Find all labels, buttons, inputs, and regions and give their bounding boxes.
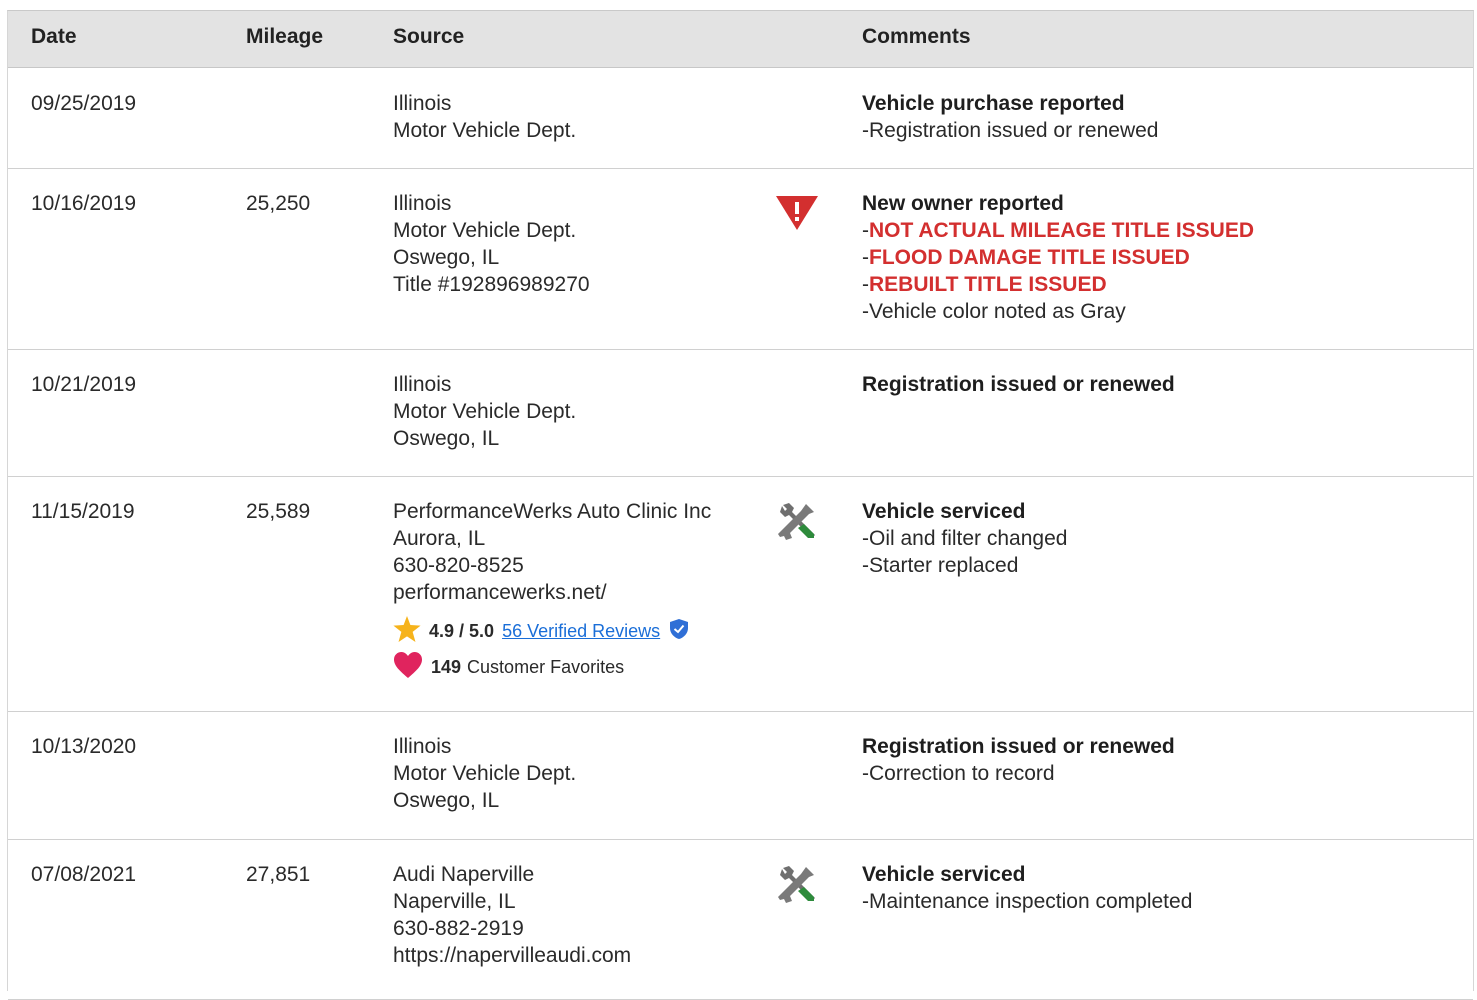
comment-dash: -	[862, 300, 869, 323]
comment-dash: -	[862, 762, 869, 785]
row-comments: Vehicle purchase reported -Registration i…	[862, 90, 1159, 144]
comment-alert-text: REBUILT TITLE ISSUED	[869, 273, 1107, 296]
comment-item: -Maintenance inspection completed	[862, 888, 1192, 915]
row-date: 07/08/2021	[31, 863, 137, 886]
row-comments: Vehicle serviced -Maintenance inspection …	[862, 861, 1192, 915]
source-line: 630-882-2919	[393, 917, 524, 940]
table-row: 10/16/2019 25,250 Illinois Motor Vehicle De…	[8, 168, 1473, 350]
source-line: 630-820-8525	[393, 554, 524, 577]
comment-text: Vehicle color noted as Gray	[869, 300, 1126, 323]
comment-title: Registration issued or renewed	[862, 373, 1175, 396]
comment-item: -Registration issued or renewed	[862, 117, 1159, 144]
comment-item: -Starter replaced	[862, 552, 1067, 579]
row-date: 10/13/2020	[31, 735, 137, 758]
comment-dash: -	[862, 219, 869, 242]
shop-meta: 4.9 / 5.0 56 Verified Reviews 149 Customer …	[393, 615, 711, 680]
row-comments: Registration issued or renewed	[862, 371, 1175, 398]
row-source: Illinois Motor Vehicle Dept. Oswego, IL	[393, 371, 576, 452]
comment-title: Vehicle serviced	[862, 863, 1026, 886]
source-line: Oswego, IL	[393, 427, 500, 450]
comment-dash: -	[862, 554, 869, 577]
row-comments: Registration issued or renewed -Correctio…	[862, 733, 1175, 787]
row-source: Illinois Motor Vehicle Dept. Oswego, IL Tit…	[393, 190, 590, 298]
source-line: Oswego, IL	[393, 246, 500, 269]
source-line: Illinois	[393, 373, 452, 396]
comment-dash: -	[862, 273, 869, 296]
comment-title: New owner reported	[862, 192, 1064, 215]
comment-text: Oil and filter changed	[869, 527, 1068, 550]
source-line: Aurora, IL	[393, 527, 486, 550]
comment-title: Vehicle purchase reported	[862, 92, 1125, 115]
source-line: Illinois	[393, 92, 452, 115]
warning-icon	[776, 194, 818, 237]
comment-dash: -	[862, 527, 869, 550]
comment-item: -REBUILT TITLE ISSUED	[862, 271, 1254, 298]
header-comments: Comments	[862, 25, 971, 48]
table-row: 10/21/2019 Illinois Motor Vehicle Dept. Osw…	[8, 349, 1473, 477]
favorites-line: 149 Customer Favorites	[393, 651, 711, 680]
source-line: Title #192896989270	[393, 273, 590, 296]
source-line: Oswego, IL	[393, 789, 500, 812]
source-line: Illinois	[393, 735, 452, 758]
comment-item: -NOT ACTUAL MILEAGE TITLE ISSUED	[862, 217, 1254, 244]
row-mileage: 25,589	[246, 500, 311, 523]
source-line: Illinois	[393, 192, 452, 215]
comment-item: -Oil and filter changed	[862, 525, 1067, 552]
comment-text: Correction to record	[869, 762, 1055, 785]
table-row: 07/08/2021 27,851 Audi Naperville Napervill…	[8, 839, 1473, 1000]
comment-title: Registration issued or renewed	[862, 735, 1175, 758]
vehicle-history-table: Date Mileage Source Comments 09/25/2019 I…	[7, 10, 1474, 1000]
comment-item: -FLOOD DAMAGE TITLE ISSUED	[862, 244, 1254, 271]
row-date: 09/25/2019	[31, 92, 137, 115]
star-icon	[393, 615, 429, 647]
source-line: Motor Vehicle Dept.	[393, 119, 577, 142]
source-line: Motor Vehicle Dept.	[393, 762, 577, 785]
verified-shield-icon	[670, 618, 696, 644]
favorites-label: Customer Favorites	[467, 657, 625, 677]
source-line: Motor Vehicle Dept.	[393, 400, 577, 423]
header-mileage: Mileage	[246, 25, 324, 48]
row-source: PerformanceWerks Auto Clinic Inc Aurora, …	[393, 498, 711, 690]
row-date: 10/16/2019	[31, 192, 137, 215]
header-source: Source	[393, 25, 465, 48]
verified-reviews-link[interactable]: 56 Verified Reviews	[502, 620, 660, 642]
row-mileage: 27,851	[246, 863, 311, 886]
comment-text: Maintenance inspection completed	[869, 890, 1193, 913]
source-line: PerformanceWerks Auto Clinic Inc	[393, 500, 712, 523]
table-row: 11/15/2019 25,589 PerformanceWerks Auto Cl…	[8, 476, 1473, 712]
source-line: Naperville, IL	[393, 890, 516, 913]
source-line: https://napervilleaudi.com	[393, 944, 632, 967]
comment-alert-text: NOT ACTUAL MILEAGE TITLE ISSUED	[869, 219, 1255, 242]
source-line: Audi Naperville	[393, 863, 535, 886]
row-source: Illinois Motor Vehicle Dept.	[393, 90, 576, 144]
service-tools-icon	[776, 502, 816, 549]
source-line: Motor Vehicle Dept.	[393, 219, 577, 242]
header-date: Date	[31, 25, 77, 48]
comment-item: -Vehicle color noted as Gray	[862, 298, 1254, 325]
comment-dash: -	[862, 246, 869, 269]
row-mileage: 25,250	[246, 192, 311, 215]
row-date: 11/15/2019	[31, 500, 135, 523]
comment-title: Vehicle serviced	[862, 500, 1026, 523]
source-line: performancewerks.net/	[393, 581, 607, 604]
favorites-count: 149	[431, 657, 462, 677]
row-comments: Vehicle serviced -Oil and filter changed -…	[862, 498, 1067, 579]
table-header: Date Mileage Source Comments	[8, 11, 1473, 68]
comment-text: Starter replaced	[869, 554, 1019, 577]
row-comments: New owner reported -NOT ACTUAL MILEAGE TI…	[862, 190, 1254, 325]
comment-dash: -	[862, 119, 869, 142]
service-tools-icon	[776, 865, 816, 912]
heart-icon	[393, 651, 431, 684]
comment-alert-text: FLOOD DAMAGE TITLE ISSUED	[869, 246, 1190, 269]
table-row: 09/25/2019 Illinois Motor Vehicle Dept. Veh…	[8, 68, 1473, 169]
comment-text: Registration issued or renewed	[869, 119, 1159, 142]
row-source: Audi Naperville Naperville, IL 630-882-291…	[393, 861, 631, 969]
comment-item: -Correction to record	[862, 760, 1175, 787]
rating-value: 4.9 / 5.0	[429, 621, 495, 641]
row-date: 10/21/2019	[31, 373, 137, 396]
comment-dash: -	[862, 890, 869, 913]
row-source: Illinois Motor Vehicle Dept. Oswego, IL	[393, 733, 576, 814]
rating-line: 4.9 / 5.0 56 Verified Reviews	[393, 615, 711, 647]
table-row: 10/13/2020 Illinois Motor Vehicle Dept. Osw…	[8, 711, 1473, 840]
